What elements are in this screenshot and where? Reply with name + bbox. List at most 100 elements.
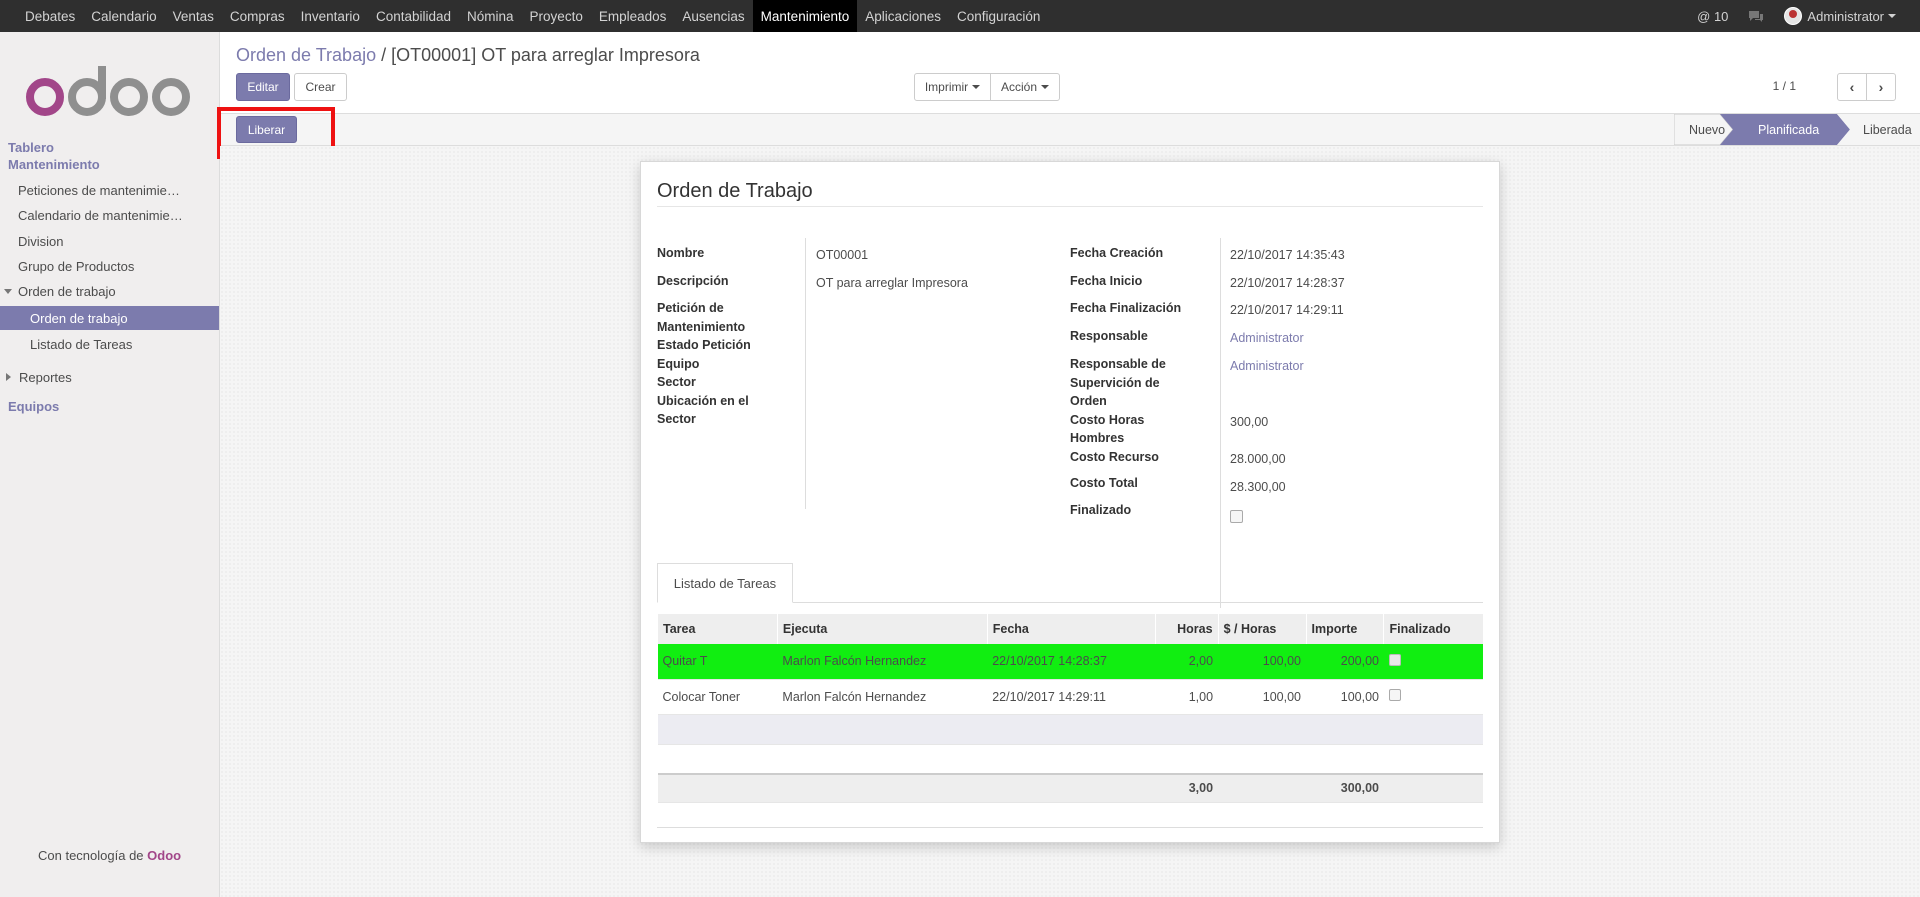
menu-ausencias[interactable]: Ausencias — [674, 0, 752, 32]
create-button[interactable]: Crear — [294, 73, 347, 101]
sidebar-title-equipos[interactable]: Equipos — [8, 399, 59, 414]
edit-button[interactable]: Editar — [236, 73, 290, 101]
label-costo-total: Costo Total — [1070, 476, 1138, 490]
label-peticion-line1: Petición de — [657, 301, 724, 315]
sidebar-item-label: Listado de Tareas — [30, 336, 133, 352]
breadcrumb: Orden de Trabajo / [OT00001] OT para arr… — [236, 45, 700, 66]
label-fecha-creacion: Fecha Creación — [1070, 246, 1164, 260]
label-costo-recurso: Costo Recurso — [1070, 449, 1159, 464]
menu-ventas[interactable]: Ventas — [165, 0, 222, 32]
value-costo-horas-hombres[interactable]: 300,00 — [1230, 415, 1268, 429]
sidebar-item-label: Calendario de mantenimie… — [18, 207, 183, 223]
mentions-counter[interactable]: @ 10 — [1687, 0, 1738, 32]
tasks-table: Tarea Ejecuta Fecha Horas $ / Horas Impo… — [657, 614, 1483, 803]
action-dropdown[interactable]: Acción — [990, 73, 1060, 101]
menu-contabilidad[interactable]: Contabilidad — [368, 0, 459, 32]
label-finalizado: Finalizado — [1070, 503, 1132, 517]
sidebar-item-peticiones[interactable]: Peticiones de mantenimie… — [0, 178, 219, 202]
col-header-ejecuta[interactable]: Ejecuta — [776, 614, 988, 644]
col-header-importe[interactable]: Importe — [1305, 614, 1384, 644]
sidebar-item-division[interactable]: Division — [0, 229, 219, 253]
label-resp-sup-line2: Supervición de — [1070, 375, 1160, 390]
value-descripcion[interactable]: OT para arreglar Impresora — [816, 276, 968, 290]
sidebar-item-label: Reportes — [19, 369, 72, 385]
pager-previous-button[interactable]: ‹ — [1837, 73, 1867, 101]
menu-configuracion[interactable]: Configuración — [949, 0, 1048, 32]
print-label: Imprimir — [924, 80, 969, 94]
finalizado-checkbox-readonly[interactable] — [1388, 653, 1401, 666]
chevron-down-icon — [972, 85, 981, 89]
powered-by-brand[interactable]: Odoo — [147, 848, 181, 863]
value-responsable-supervision-link[interactable]: Administrator — [1230, 359, 1304, 373]
finalizado-checkbox[interactable] — [1230, 510, 1243, 523]
avatar — [1784, 7, 1803, 25]
sidebar-item-reportes[interactable]: Reportes — [0, 365, 219, 389]
sidebar-item-grupo-productos[interactable]: Grupo de Productos — [0, 254, 219, 278]
chevron-down-icon — [1041, 85, 1050, 89]
cell-fecha: 22/10/2017 14:28:37 — [987, 644, 1156, 680]
label-estado-peticion: Estado Petición — [657, 338, 751, 352]
label-equipo: Equipo — [657, 356, 700, 371]
menu-compras[interactable]: Compras — [222, 0, 293, 32]
label-sector: Sector — [657, 375, 696, 389]
menu-nomina[interactable]: Nómina — [459, 0, 522, 32]
chat-icon[interactable] — [1738, 0, 1774, 32]
menu-empleados[interactable]: Empleados — [591, 0, 675, 32]
value-nombre[interactable]: OT00001 — [816, 248, 868, 262]
table-row[interactable]: Quitar T Marlon Falcón Hernandez 22/10/2… — [657, 644, 1483, 680]
value-fecha-finalizacion[interactable]: 22/10/2017 14:29:11 — [1230, 303, 1344, 317]
total-importe: 300,00 — [1306, 774, 1384, 803]
cell-precio-hora: 100,00 — [1218, 644, 1307, 680]
sidebar-item-label: Peticiones de mantenimie… — [18, 182, 180, 198]
value-costo-total[interactable]: 28.300,00 — [1230, 480, 1286, 494]
label-responsable-supervision: Responsable de Supervición de Orden Cost… — [1070, 355, 1166, 466]
cell-importe: 100,00 — [1306, 679, 1384, 715]
tab-listado-tareas[interactable]: Listado de Tareas — [657, 563, 793, 603]
value-fecha-inicio[interactable]: 22/10/2017 14:28:37 — [1230, 276, 1345, 290]
sidebar-item-orden-trabajo[interactable]: Orden de trabajo — [0, 306, 219, 330]
sidebar-item-listado-tareas[interactable]: Listado de Tareas — [0, 332, 219, 356]
col-header-precio-hora[interactable]: $ / Horas — [1217, 614, 1307, 644]
table-row[interactable]: Colocar Toner Marlon Falcón Hernandez 22… — [657, 679, 1483, 715]
label-costo-hh-line2: Hombres — [1070, 431, 1125, 445]
systray: @ 10 Administrator — [1687, 0, 1920, 32]
sidebar-title-tablero[interactable]: Tablero — [8, 140, 54, 155]
sidebar-item-orden-trabajo-group[interactable]: Orden de trabajo — [0, 279, 219, 303]
cell-horas: 2,00 — [1155, 644, 1219, 680]
print-dropdown[interactable]: Imprimir — [914, 73, 991, 101]
powered-by: Con tecnología de Odoo — [38, 848, 181, 863]
value-fecha-creacion[interactable]: 22/10/2017 14:35:43 — [1230, 248, 1345, 262]
menu-inventario[interactable]: Inventario — [293, 0, 368, 32]
pager-value[interactable]: 1 / 1 — [1773, 79, 1796, 93]
cell-tarea: Quitar T — [657, 644, 778, 680]
col-header-finalizado[interactable]: Finalizado — [1383, 614, 1483, 644]
menu-proyecto[interactable]: Proyecto — [522, 0, 591, 32]
form-title: Orden de Trabajo — [657, 180, 813, 202]
finalizado-checkbox-readonly[interactable] — [1388, 689, 1401, 701]
menu-aplicaciones[interactable]: Aplicaciones — [857, 0, 949, 32]
stage-liberada[interactable]: Liberada — [1863, 114, 1912, 145]
table-header-row: Tarea Ejecuta Fecha Horas $ / Horas Impo… — [657, 614, 1483, 644]
pager-next-button[interactable]: › — [1866, 73, 1896, 101]
table-empty-row — [657, 714, 1483, 745]
action-label: Acción — [1000, 80, 1038, 94]
user-menu[interactable]: Administrator — [1774, 0, 1920, 32]
menu-mantenimiento[interactable]: Mantenimiento — [752, 0, 858, 32]
breadcrumb-parent[interactable]: Orden de Trabajo — [236, 45, 376, 65]
col-header-horas[interactable]: Horas — [1154, 614, 1219, 644]
right-group-separator — [1220, 238, 1221, 608]
value-costo-recurso[interactable]: 28.000,00 — [1230, 452, 1286, 466]
sheet-bottom-divider — [657, 827, 1483, 828]
label-fecha-finalizacion: Fecha Finalización — [1070, 301, 1182, 315]
stage-nuevo[interactable]: Nuevo — [1689, 114, 1725, 145]
sidebar-title-mantenimiento[interactable]: Mantenimiento — [8, 157, 100, 172]
cell-finalizado — [1383, 679, 1483, 715]
menu-calendario[interactable]: Calendario — [83, 0, 164, 32]
col-header-fecha[interactable]: Fecha — [986, 614, 1156, 644]
menu-debates[interactable]: Debates — [17, 0, 83, 32]
sidebar-item-calendario[interactable]: Calendario de mantenimie… — [0, 203, 219, 227]
left-group-separator — [805, 238, 806, 509]
label-ubicacion-line2: Sector — [657, 412, 696, 426]
value-responsable-link[interactable]: Administrator — [1230, 331, 1304, 345]
col-header-tarea[interactable]: Tarea — [657, 614, 778, 644]
